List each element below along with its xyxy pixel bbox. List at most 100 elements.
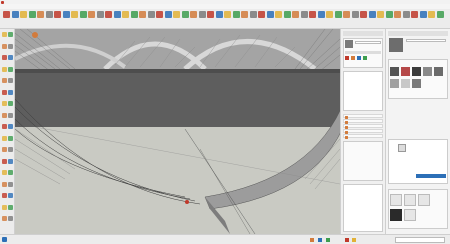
text-icon[interactable] xyxy=(147,11,155,18)
light-icon[interactable] xyxy=(428,11,435,18)
extension-icon[interactable] xyxy=(351,11,359,18)
rotated-rectangle-icon[interactable] xyxy=(8,66,13,72)
protractor-icon[interactable] xyxy=(139,11,146,18)
push-pull-icon[interactable] xyxy=(71,11,78,18)
position-camera-icon[interactable] xyxy=(394,11,401,18)
back-view-icon[interactable] xyxy=(266,11,274,18)
rectangle-icon[interactable] xyxy=(1,66,7,72)
layer-icon[interactable] xyxy=(360,11,367,18)
protractor-icon[interactable] xyxy=(1,147,7,152)
tray-row-3[interactable] xyxy=(343,124,383,129)
texture-cell-2[interactable] xyxy=(404,194,416,206)
tray-row-1[interactable] xyxy=(343,114,383,119)
next-view-icon[interactable] xyxy=(224,11,231,18)
tray-row-5[interactable] xyxy=(343,134,383,139)
shaded-icon[interactable] xyxy=(309,11,316,18)
tray-row-4[interactable] xyxy=(343,129,383,134)
browser-search-field[interactable] xyxy=(406,39,446,42)
walk-icon[interactable] xyxy=(8,181,13,187)
look-around-icon[interactable] xyxy=(385,11,393,18)
front-view-icon[interactable] xyxy=(249,11,257,18)
component-icon[interactable] xyxy=(8,32,13,37)
select-icon[interactable] xyxy=(3,11,10,18)
texture-cell-3[interactable] xyxy=(418,194,430,206)
tape-measure-icon[interactable] xyxy=(122,11,129,18)
polygon-icon[interactable] xyxy=(62,11,70,18)
material-thumb-3[interactable] xyxy=(412,67,421,76)
pan-icon[interactable] xyxy=(1,170,7,175)
previous-view-icon[interactable] xyxy=(215,11,223,18)
scene-tab-icon[interactable] xyxy=(32,32,38,38)
eraser-icon[interactable] xyxy=(8,43,13,49)
extension-icon[interactable] xyxy=(1,216,7,221)
settings-icon[interactable] xyxy=(436,11,444,18)
status-tool-4-icon[interactable] xyxy=(345,238,349,242)
paint-icon[interactable] xyxy=(345,56,349,60)
material-thumb-2[interactable] xyxy=(401,67,410,76)
measurements-box[interactable] xyxy=(395,237,445,243)
section-plane-icon[interactable] xyxy=(334,11,342,18)
arc-icon[interactable] xyxy=(1,89,7,95)
status-tool-2-icon[interactable] xyxy=(318,238,322,242)
tray-row-2[interactable] xyxy=(343,119,383,124)
apply-button[interactable] xyxy=(416,174,446,178)
pencil-icon[interactable] xyxy=(28,11,36,18)
move-icon[interactable] xyxy=(1,101,7,106)
eyedropper-icon[interactable] xyxy=(351,56,355,60)
pie-icon[interactable] xyxy=(8,89,13,95)
pan-icon[interactable] xyxy=(181,11,189,18)
rectangle-icon[interactable] xyxy=(45,11,53,18)
status-tool-1-icon[interactable] xyxy=(310,238,314,242)
texture-cell-5[interactable] xyxy=(404,209,416,221)
textured-icon[interactable] xyxy=(317,11,325,18)
scale-icon[interactable] xyxy=(1,124,7,129)
axes-icon[interactable] xyxy=(156,11,163,18)
sandbox-icon[interactable] xyxy=(402,11,410,18)
zoom-extents-icon[interactable] xyxy=(207,11,214,18)
warehouse-icon[interactable] xyxy=(8,204,13,210)
material-thumb-1[interactable] xyxy=(390,67,399,76)
scene-canvas[interactable] xyxy=(15,29,340,234)
warehouse-icon[interactable] xyxy=(343,11,350,18)
wireframe-icon[interactable] xyxy=(292,11,299,18)
material-tabs[interactable] xyxy=(345,51,381,54)
offset-icon[interactable] xyxy=(8,124,13,129)
push-pull-icon[interactable] xyxy=(8,101,13,106)
follow-me-icon[interactable] xyxy=(8,112,13,118)
3d-viewport[interactable] xyxy=(15,29,340,234)
material-thumb-4[interactable] xyxy=(423,67,432,76)
material-thumb-6[interactable] xyxy=(390,79,399,88)
status-tool-5-icon[interactable] xyxy=(352,238,356,242)
position-camera-icon[interactable] xyxy=(1,204,7,210)
rotate-icon[interactable] xyxy=(88,11,95,18)
texture-cell-1[interactable] xyxy=(390,194,402,206)
move-icon[interactable] xyxy=(79,11,87,18)
scale-icon[interactable] xyxy=(96,11,104,18)
top-view-icon[interactable] xyxy=(241,11,248,18)
freehand-icon[interactable] xyxy=(8,55,13,60)
current-material-swatch[interactable] xyxy=(345,40,353,48)
zoom-icon[interactable] xyxy=(190,11,197,18)
ruby-icon[interactable] xyxy=(8,216,13,221)
axes-icon[interactable] xyxy=(1,158,7,164)
walk-icon[interactable] xyxy=(377,11,384,18)
tape-icon[interactable] xyxy=(1,135,7,141)
line-icon[interactable] xyxy=(1,55,7,60)
iso-view-icon[interactable] xyxy=(232,11,240,18)
right-view-icon[interactable] xyxy=(258,11,265,18)
offset-icon[interactable] xyxy=(113,11,121,18)
monochrome-icon[interactable] xyxy=(326,11,333,18)
left-view-icon[interactable] xyxy=(275,11,282,18)
section-icon[interactable] xyxy=(8,193,13,198)
home-icon[interactable] xyxy=(363,56,367,60)
camera-icon[interactable] xyxy=(368,11,376,18)
paint-icon[interactable] xyxy=(1,43,7,49)
orbit-icon[interactable] xyxy=(173,11,180,18)
polygon-icon[interactable] xyxy=(8,78,13,83)
3d-text-icon[interactable] xyxy=(164,11,172,18)
eraser-icon[interactable] xyxy=(11,11,19,18)
zoom-window-icon[interactable] xyxy=(198,11,206,18)
texture-cell-4[interactable] xyxy=(390,209,402,221)
preview-swatch[interactable] xyxy=(389,38,403,52)
circle-icon[interactable] xyxy=(54,11,61,18)
